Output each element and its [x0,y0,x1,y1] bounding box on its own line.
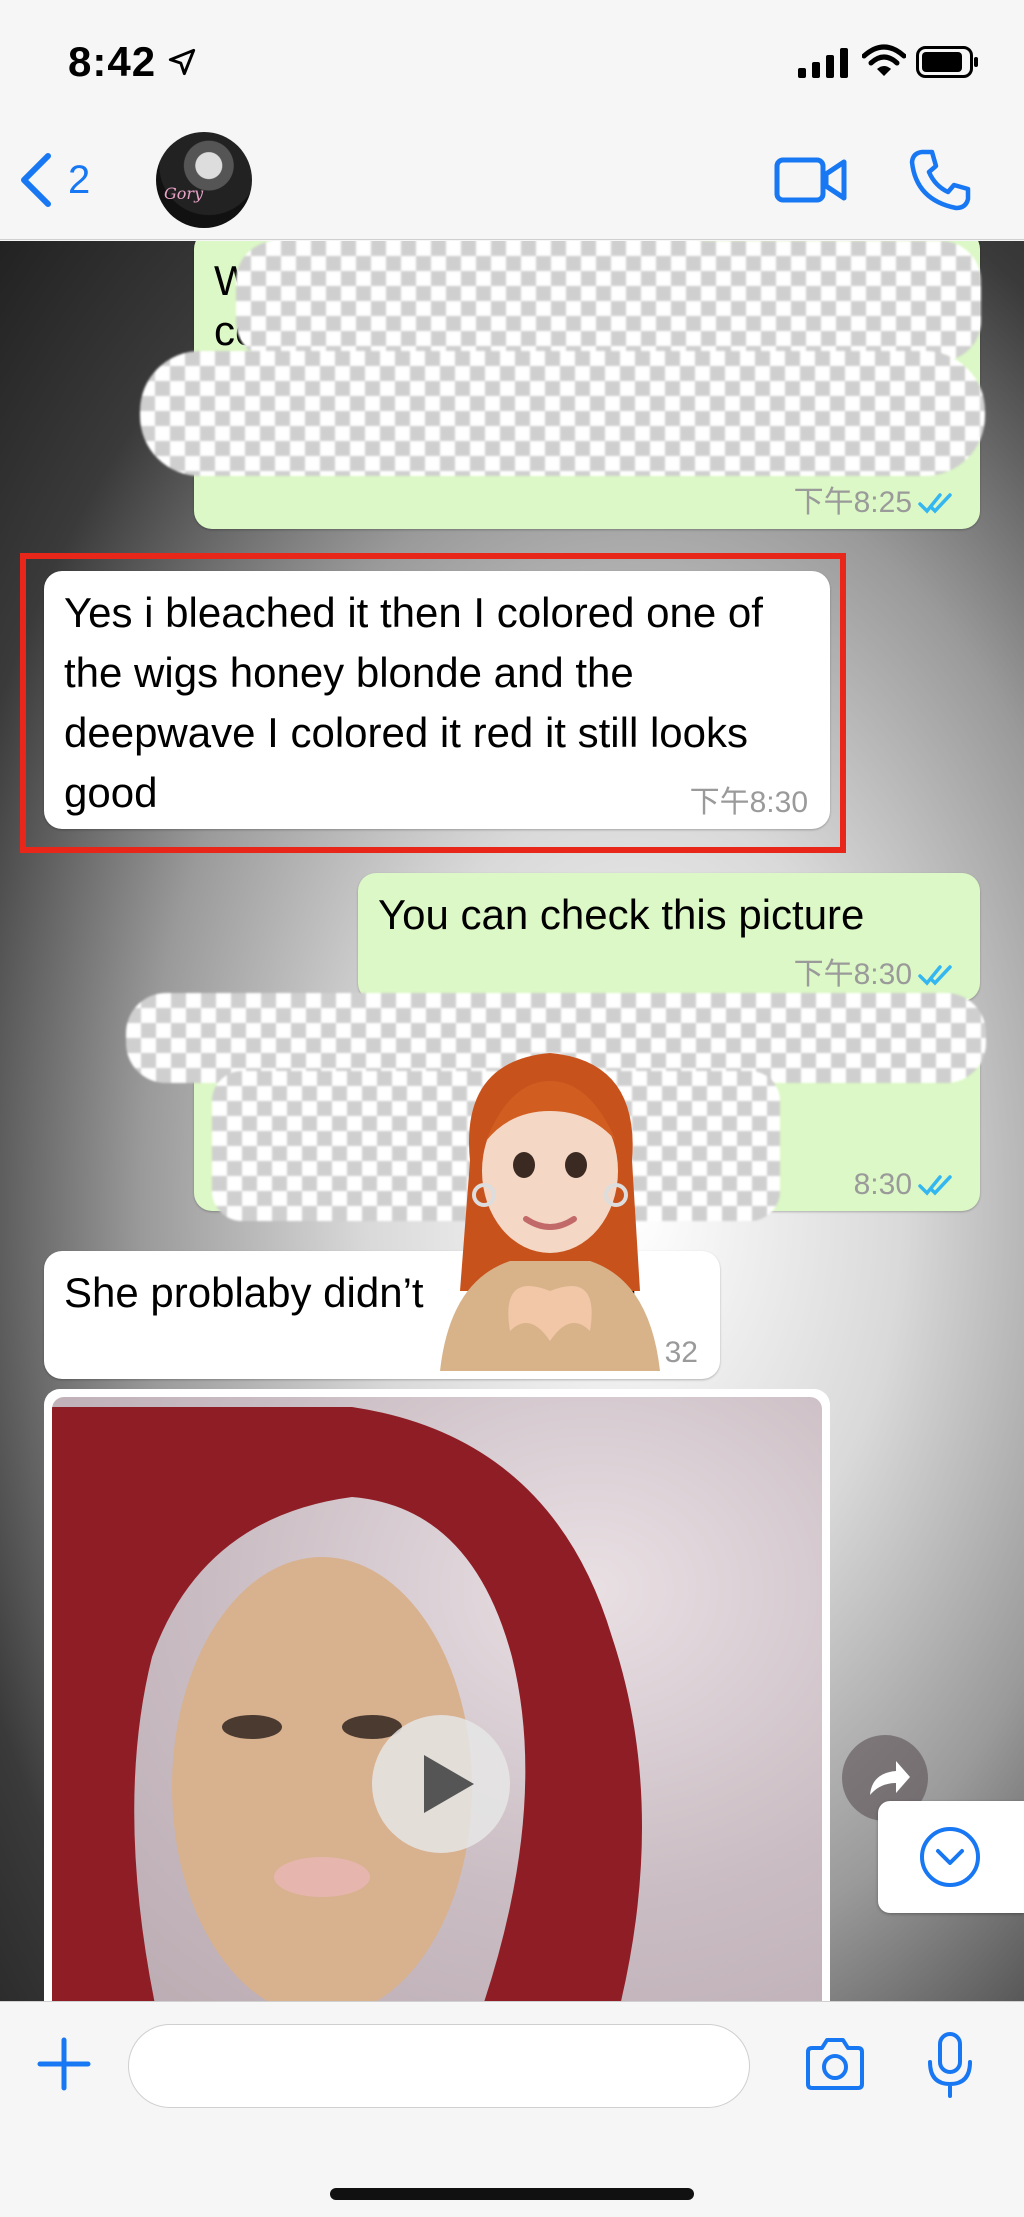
wifi-icon [862,44,906,76]
read-ticks-icon [918,493,952,514]
redaction-overlay [140,351,985,476]
wig-image [52,1397,642,2001]
cellular-signal-icon [798,48,848,78]
redaction-overlay [236,241,981,361]
home-indicator[interactable] [330,2188,694,2200]
attach-plus-button[interactable] [36,2036,92,2092]
play-button[interactable] [372,1715,510,1853]
chevron-down-circle-icon [920,1827,980,1887]
message-time: 8:30 [854,1167,958,1203]
chat-area[interactable]: W co 下午8:25 Yes i bleached it then I col… [0,241,1024,2001]
battery-icon [916,46,978,78]
video-call-button[interactable] [774,152,848,208]
video-thumbnail [52,1397,822,2001]
message-input[interactable] [128,2024,750,2108]
play-icon [424,1755,474,1813]
read-ticks-icon [918,1175,952,1196]
memoji-sticker [440,1053,660,1371]
phone-call-button[interactable] [908,148,972,212]
location-arrow-icon [168,48,196,76]
outgoing-message[interactable]: You can check this picture 下午8:30 [358,873,980,1001]
message-text: You can check this picture [378,891,865,938]
message-input-bar [0,2001,1024,2217]
message-time: 下午8:25 [794,485,958,521]
status-bar: 8:42 [0,0,1024,120]
microphone-button[interactable] [926,2030,974,2100]
back-button[interactable]: 2 [18,150,90,210]
contact-avatar[interactable]: Gory [156,132,252,228]
message-text: She problaby didn’t [64,1269,424,1316]
read-ticks-icon [918,965,952,986]
chevron-left-icon [21,153,51,207]
avatar-logo-text: Gory [164,184,204,203]
unread-count: 2 [68,157,91,202]
scroll-down-button[interactable] [878,1801,1024,1913]
video-message[interactable] [44,1389,830,2001]
chat-header: 2 Gory [0,120,1024,240]
camera-button[interactable] [804,2036,866,2092]
message-time: 下午8:30 [794,957,958,993]
status-time: 8:42 [68,38,157,85]
highlight-box [20,553,846,853]
message-time: 32 [664,1336,698,1369]
